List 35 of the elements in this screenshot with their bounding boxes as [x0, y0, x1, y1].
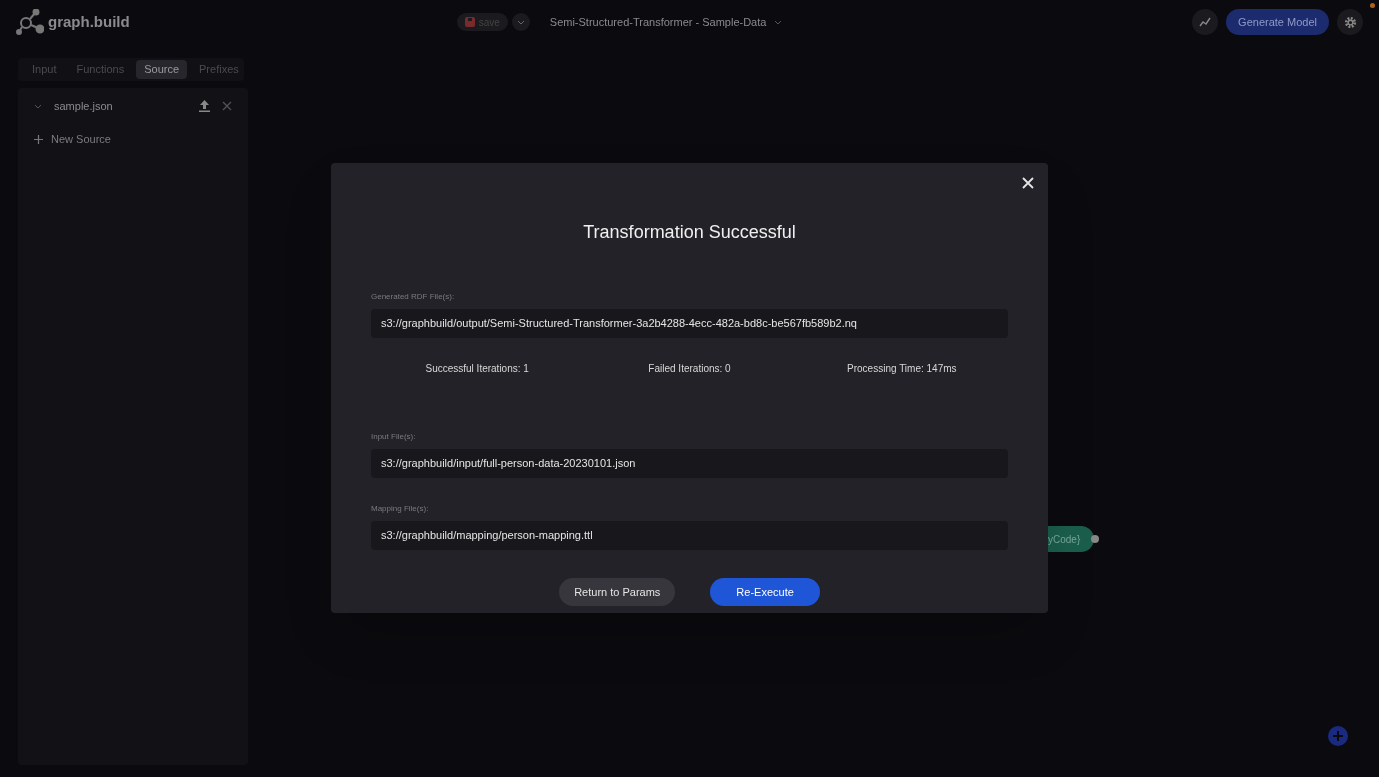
close-icon [1021, 176, 1035, 190]
field-label: Generated RDF File(s): [371, 292, 455, 301]
app-name: graph.build [48, 11, 130, 32]
tab[interactable]: Source [136, 60, 188, 79]
analytics-button[interactable] [1192, 9, 1219, 35]
field-label: Input File(s): [371, 432, 416, 441]
stat-text: Processing Time: 147ms [847, 363, 957, 374]
dialog-title: Transformation Successful [583, 221, 796, 244]
file-path-field[interactable]: s3://graphbuild/output/Semi-Structured-Transformer-3a2b4288-4ecc-482a-bd8c-be567fb589b2.nq [371, 309, 1008, 338]
field-label: Mapping File(s): [371, 504, 429, 513]
logo-icon [16, 9, 44, 35]
file-path-field[interactable]: s3://graphbuild/mapping/person-mapping.ttl [371, 521, 1008, 550]
settings-icon [1343, 15, 1357, 29]
chart-line-icon [1199, 17, 1212, 27]
chevron-down-icon [774, 19, 783, 25]
chevron-down-icon [516, 19, 525, 25]
return-button[interactable]: Return to Params [559, 578, 676, 606]
stat-text: Failed Iterations: 0 [648, 363, 731, 374]
close-icon[interactable] [222, 101, 232, 111]
plus-icon [34, 134, 43, 144]
settings-button[interactable] [1337, 9, 1363, 35]
file-path-field[interactable]: s3://graphbuild/input/full-person-data-20230101.json [371, 449, 1008, 478]
canvas-node[interactable]: yCode} [1048, 526, 1094, 552]
project-title-dropdown[interactable]: Semi-Structured-Transformer - Sample-Data [549, 13, 783, 31]
new-source-button[interactable]: New Source [51, 130, 111, 148]
node-port [1091, 535, 1099, 543]
generate-model-button[interactable]: Generate Model [1226, 9, 1329, 35]
reexecute-button[interactable]: Re-Execute [710, 578, 820, 606]
save-icon [464, 17, 475, 27]
plus-icon [1333, 731, 1343, 741]
source-name[interactable]: sample.json [54, 97, 113, 115]
stat-text: Successful Iterations: 1 [425, 363, 529, 374]
upload-icon[interactable] [199, 100, 210, 112]
chevron-down-icon [34, 103, 42, 109]
close-button[interactable] [1021, 176, 1035, 190]
